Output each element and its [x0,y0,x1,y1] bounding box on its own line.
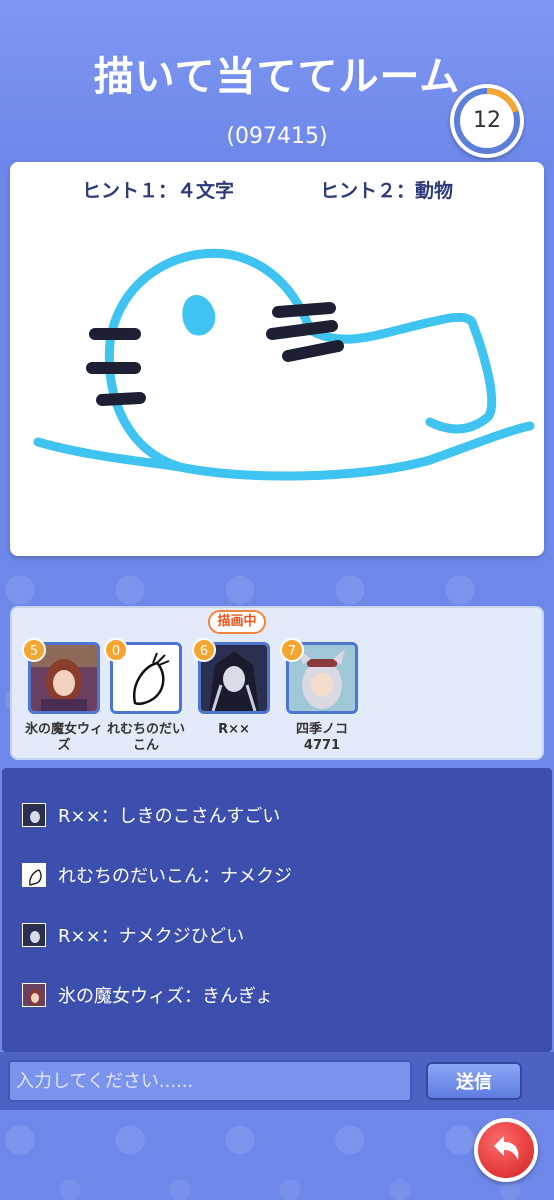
player-name: R×× [218,722,250,737]
chat-message-text: R××：しきのこさんすごい [58,806,281,827]
drawing-eye [182,295,216,336]
chat-message-text: 氷の魔女ウィズ：きんぎょ [58,986,274,1007]
back-button[interactable] [474,1118,538,1182]
drawing-whisker-left-3 [96,392,146,406]
drawing-strokes [33,248,535,481]
chat-message: R××：しきのこさんすごい [22,802,280,828]
send-button[interactable]: 送信 [426,1062,522,1100]
player-list: 描画中 5 氷の魔女ウィズ 0 れむちのだいこん 6 R×× 7 四季ノコ477… [10,606,544,760]
chat-input-bar: 送信 [0,1052,554,1110]
chat-message-text: れむちのだいこん：ナメクジ [58,866,292,887]
chat-message: 氷の魔女ウィズ：きんぎょ [22,982,273,1008]
daikon-avatar-icon [22,863,46,887]
player-score-badge: 6 [192,638,216,662]
chat-input[interactable] [8,1060,412,1102]
countdown-timer: 12 [450,84,524,158]
drawing-whisker-right-1 [272,302,336,318]
timer-value: 12 [473,108,501,133]
player-name: れむちのだいこん [106,722,185,753]
header: 描いて当ててルーム (097415) 12 [0,0,554,160]
chat-message: れむちのだいこん：ナメクジ [22,862,292,888]
player-score-badge: 0 [104,638,128,662]
player-score-badge: 7 [280,638,304,662]
drawing-whisker-right-3 [282,340,344,362]
player-name: 四季ノコ4771 [295,722,348,753]
back-arrow-icon [494,1136,519,1160]
rxx-avatar-icon [22,803,46,827]
drawing-whisker-right-2 [266,320,338,340]
rxx-avatar-icon [22,923,46,947]
chat-message-text: R××：ナメクジひどい [58,926,245,947]
drawing-outline-stroke [104,248,497,472]
player-score-badge: 5 [22,638,46,662]
chat-message: R××：ナメクジひどい [22,922,244,948]
drawing-status-badge: 描画中 [208,610,266,634]
wiz-avatar-icon [22,983,46,1007]
player-name: 氷の魔女ウィズ [24,722,103,753]
drawing-canvas[interactable]: ヒント１：４文字 ヒント２：動物 [10,162,544,556]
